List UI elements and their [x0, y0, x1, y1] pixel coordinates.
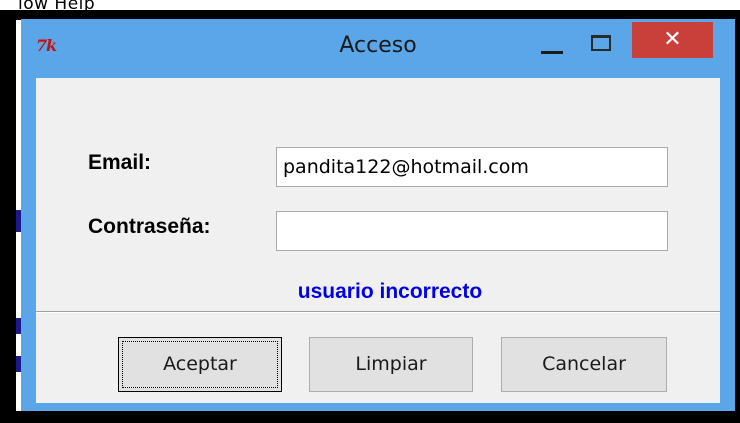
separator-highlight — [36, 312, 720, 313]
cancel-button-label: Cancelar — [542, 353, 626, 375]
dialog-body: Email: Contraseña: usuario incorrecto Ac… — [36, 78, 720, 403]
maximize-button[interactable] — [583, 27, 623, 63]
background-frame-left — [0, 10, 16, 423]
focus-ring — [122, 341, 278, 388]
email-label: Email: — [88, 151, 152, 174]
close-icon: ✕ — [663, 27, 682, 52]
minimize-button[interactable] — [533, 27, 573, 63]
password-field[interactable] — [276, 211, 668, 251]
minimize-icon — [541, 51, 563, 54]
accept-button[interactable]: Aceptar — [118, 337, 282, 392]
login-dialog: 7 k Acceso ✕ Email: Contraseña: usuario … — [21, 19, 735, 411]
password-label: Contraseña: — [88, 215, 211, 238]
cancel-button[interactable]: Cancelar — [501, 337, 667, 392]
window-title: Acceso — [339, 33, 417, 58]
error-message: usuario incorrecto — [297, 280, 483, 303]
background-frame-bottom — [0, 411, 740, 423]
clear-button-label: Limpiar — [355, 353, 427, 375]
email-field[interactable] — [276, 147, 668, 187]
maximize-icon — [591, 35, 611, 51]
close-button[interactable]: ✕ — [632, 22, 713, 58]
title-bar[interactable]: 7 k Acceso ✕ — [21, 19, 735, 78]
clear-button[interactable]: Limpiar — [309, 337, 473, 392]
